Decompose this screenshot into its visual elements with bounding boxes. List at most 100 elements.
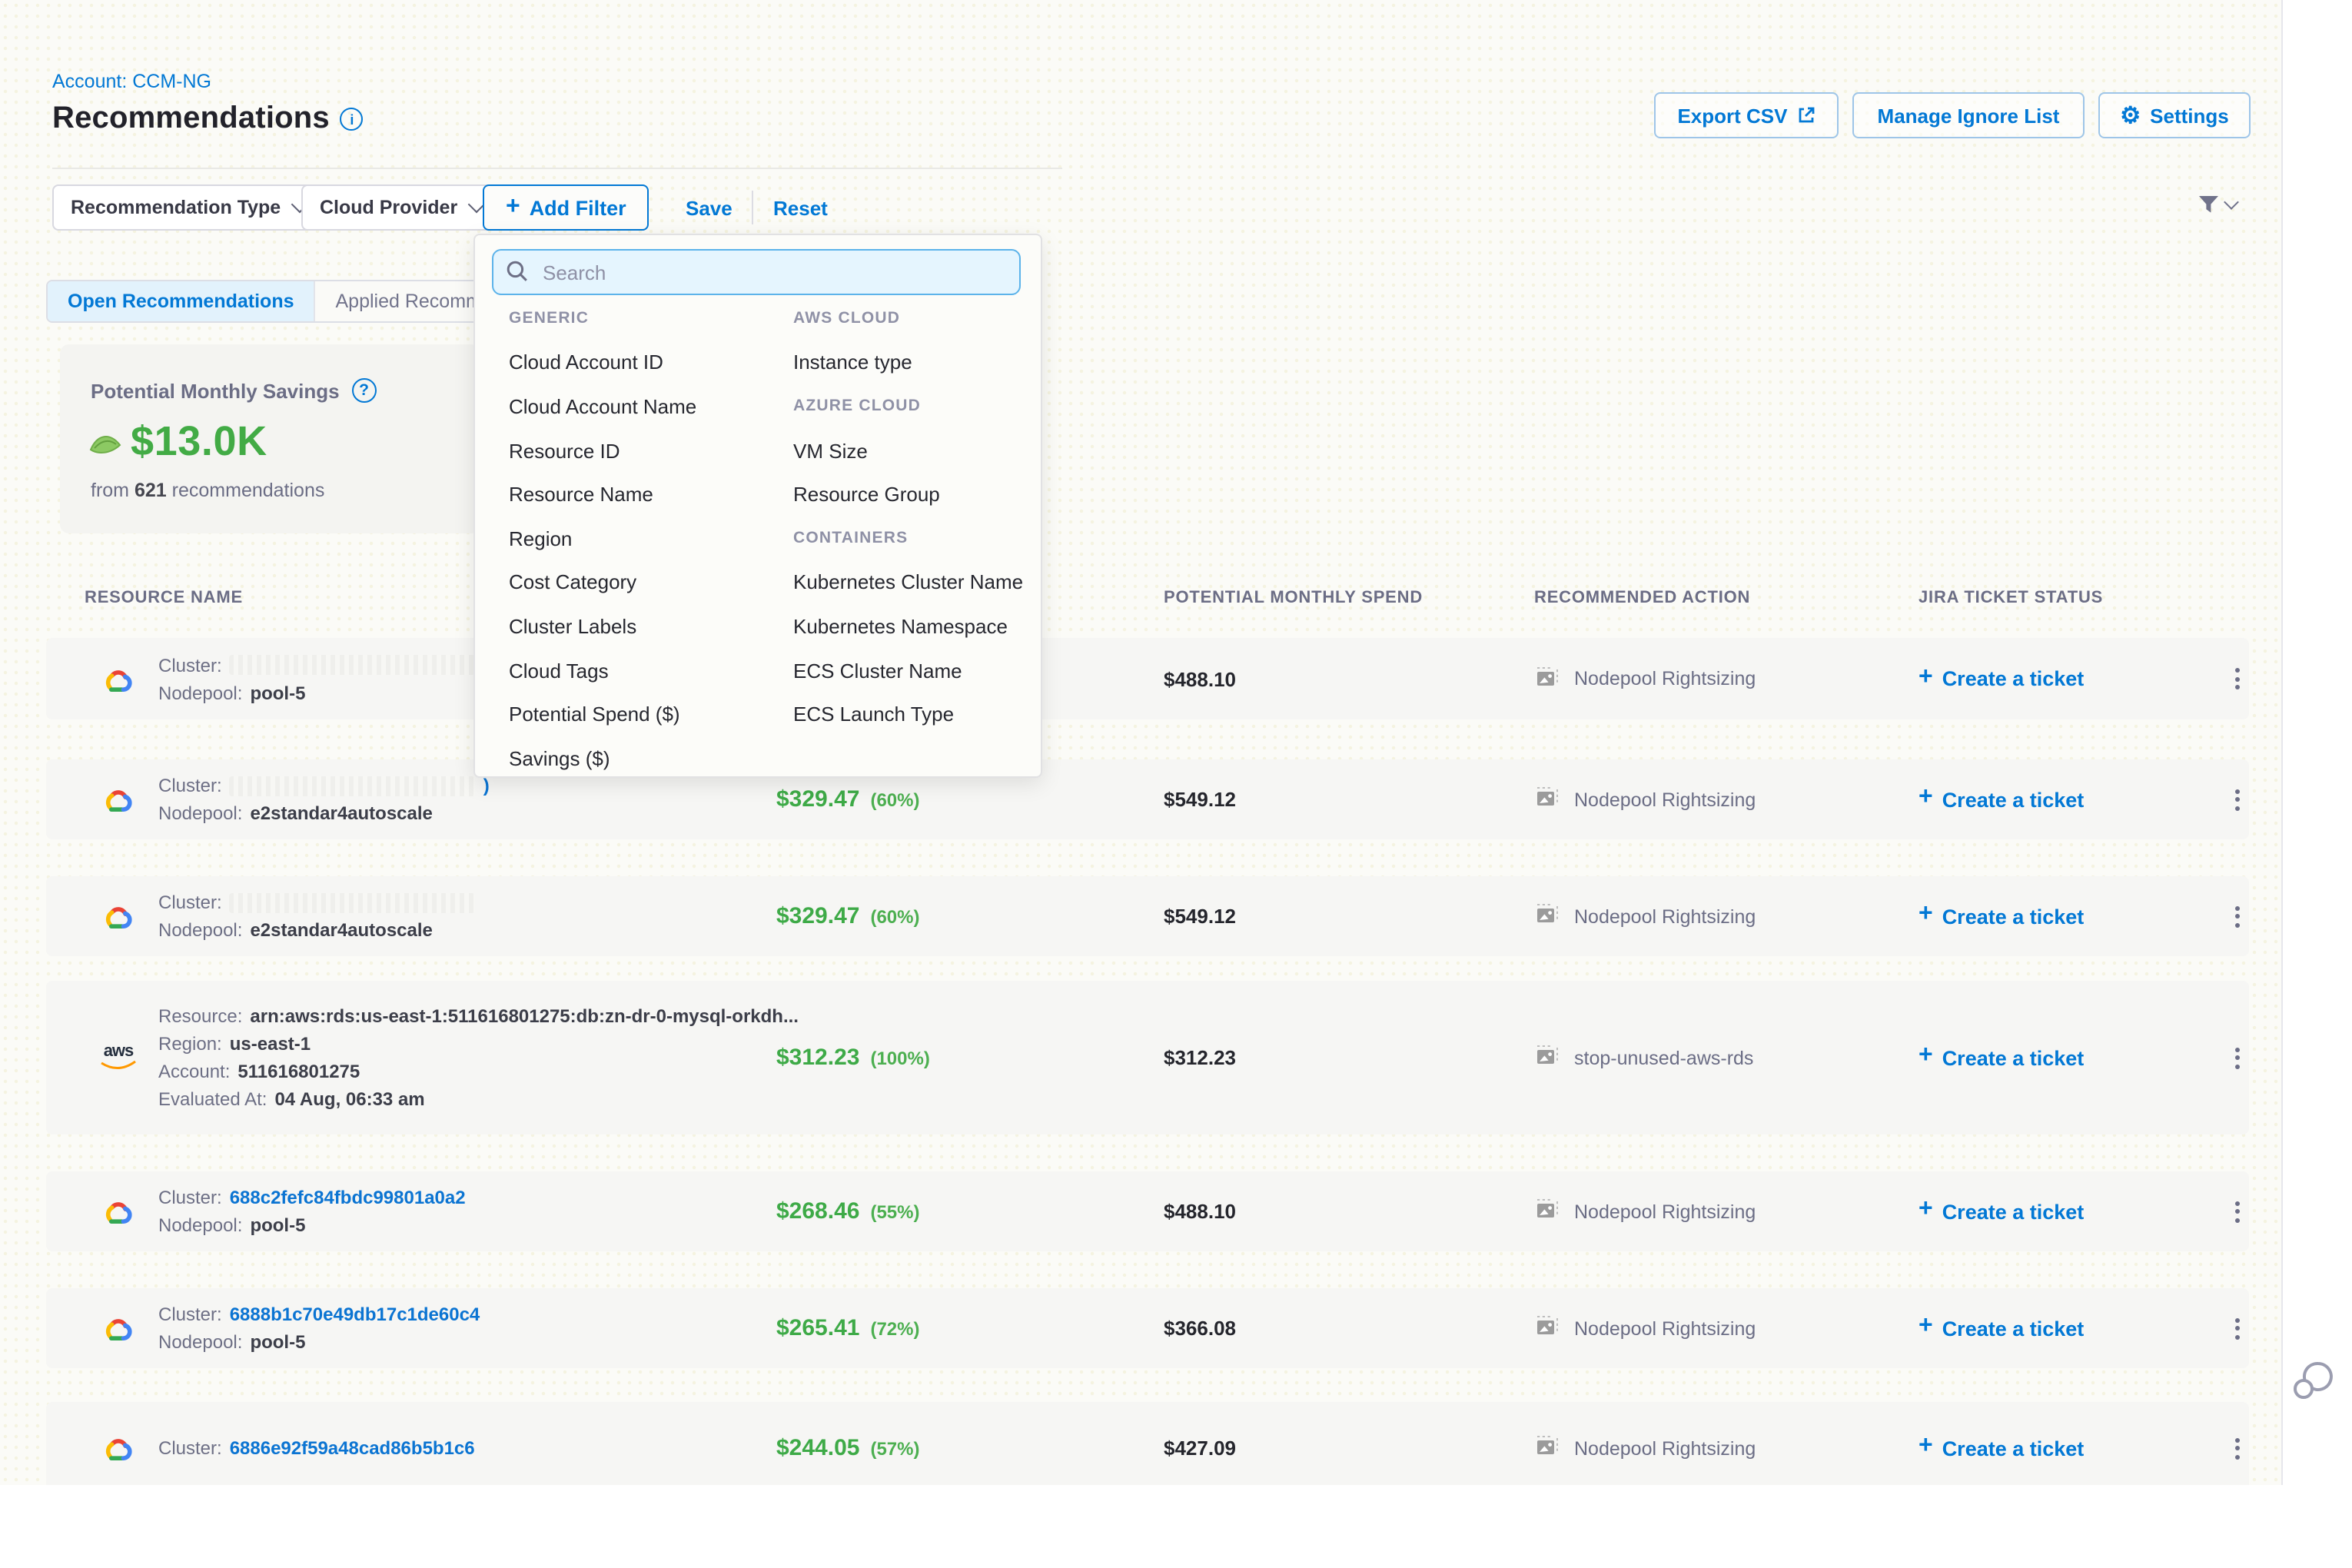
create-ticket-button[interactable]: +Create a ticket (1918, 1436, 2084, 1460)
manage-ignore-list-label: Manage Ignore List (1878, 104, 2060, 127)
table-row[interactable]: Cluster:Nodepool:pool-5$488.10Nodepool R… (46, 638, 2249, 719)
info-icon[interactable]: i (341, 108, 364, 131)
savings-amount: $312.23 (776, 1045, 859, 1071)
screen: Account: CCM-NG Recommendations i Export… (0, 0, 2352, 1568)
plus-icon: + (1918, 1433, 1933, 1460)
savings-card-title: Potential Monthly Savings (91, 379, 340, 402)
dropdown-item[interactable]: Savings ($) (509, 736, 782, 780)
cluster-link[interactable]: 6888b1c70e49db17c1de60c4 (230, 1304, 480, 1325)
dropdown-item[interactable]: Resource ID (509, 429, 782, 473)
potential-monthly-spend-cell: $549.12 (1164, 788, 1236, 811)
cloud-provider-filter-chip[interactable]: Cloud Provider (301, 184, 500, 231)
aws-icon: aws (98, 1044, 138, 1071)
row-options-menu[interactable] (2235, 1197, 2240, 1226)
create-ticket-button[interactable]: +Create a ticket (1918, 1045, 2084, 1070)
create-ticket-label: Create a ticket (1942, 788, 2085, 811)
dropdown-group-label: GENERIC (509, 297, 782, 341)
resource-line: Region:us-east-1 (158, 1033, 799, 1055)
resource-line: Cluster: (158, 892, 476, 913)
table-row[interactable]: Cluster:6886e92f59a48cad86b5b1c6$244.05(… (46, 1402, 2249, 1485)
row-options-menu[interactable] (2235, 785, 2240, 814)
recommendation-type-filter-chip[interactable]: Recommendation Type (52, 184, 324, 231)
plus-icon: + (506, 193, 520, 221)
resource-line-label: Evaluated At: (158, 1088, 267, 1110)
cluster-link[interactable]: 6886e92f59a48cad86b5b1c6 (230, 1437, 475, 1459)
row-options-menu[interactable] (2235, 1043, 2240, 1072)
dropdown-item[interactable]: Cloud Account Name (509, 384, 782, 428)
recommended-action-cell: Nodepool Rightsizing (1534, 1314, 1756, 1343)
resource-details: Cluster: Nodepool:e2standar4autoscale (158, 892, 476, 941)
resource-line-label: Region: (158, 1033, 222, 1055)
create-ticket-button[interactable]: +Create a ticket (1918, 1199, 2084, 1224)
savings-amount: $13.0K (131, 418, 267, 466)
resource-line-label: Cluster: (158, 1437, 222, 1459)
potential-monthly-spend-cell: $549.12 (1164, 905, 1236, 928)
table-header: RESOURCE NAME POTENTIAL MONTHLY SPEND RE… (46, 589, 2249, 616)
potential-monthly-spend-cell: $427.09 (1164, 1437, 1236, 1460)
row-options-menu[interactable] (2235, 664, 2240, 693)
monthly-savings-cell: $268.46 (55%) (776, 1198, 920, 1224)
page-title-row: Recommendations i (52, 101, 364, 137)
plus-icon: + (1918, 784, 1933, 812)
resource-line: Nodepool:e2standar4autoscale (158, 919, 476, 941)
table-row[interactable]: awsResource:arn:aws:rds:us-east-1:511616… (46, 981, 2249, 1134)
recommended-action-cell: Nodepool Rightsizing (1534, 1433, 1756, 1463)
savings-amount: $268.46 (776, 1198, 859, 1224)
manage-ignore-list-button[interactable]: Manage Ignore List (1852, 92, 2085, 138)
search-input[interactable] (492, 249, 1021, 295)
dropdown-item[interactable]: Cloud Tags (509, 649, 782, 693)
dropdown-item[interactable]: Region (509, 517, 782, 560)
potential-monthly-spend-cell: $312.23 (1164, 1046, 1236, 1069)
dropdown-item[interactable]: Cloud Account ID (509, 341, 782, 384)
save-filter-link[interactable]: Save (686, 197, 733, 220)
table-row[interactable]: Cluster:)Nodepool:e2standar4autoscale$32… (46, 759, 2249, 839)
help-chat-button[interactable] (2291, 1359, 2337, 1410)
tab-open-recommendations[interactable]: Open Recommendations (48, 281, 316, 321)
column-recommended-action: RECOMMENDED ACTION (1534, 589, 1750, 607)
resource-line-label: Cluster: (158, 1304, 222, 1325)
dropdown-column-generic: GENERICCloud Account IDCloud Account Nam… (509, 297, 782, 780)
resource-line-label: Nodepool: (158, 919, 242, 941)
dropdown-item[interactable]: Potential Spend ($) (509, 693, 782, 736)
savings-percent: (55%) (870, 1201, 919, 1223)
cluster-link[interactable]: 688c2fefc84fbdc99801a0a2 (230, 1187, 466, 1208)
create-ticket-button[interactable]: + Create a ticket (1918, 787, 2084, 812)
dropdown-item[interactable]: Resource Group (793, 473, 1031, 517)
search-icon (506, 260, 529, 283)
help-icon[interactable]: ? (352, 378, 377, 403)
create-ticket-button[interactable]: +Create a ticket (1918, 666, 2084, 691)
redacted-value (230, 655, 476, 675)
dropdown-item[interactable]: ECS Launch Type (793, 693, 1031, 736)
monthly-savings-cell: $312.23(100%) (776, 1045, 930, 1071)
dropdown-item[interactable]: Instance type (793, 341, 1031, 384)
table-row[interactable]: Cluster:688c2fefc84fbdc99801a0a2Nodepool… (46, 1171, 2249, 1251)
recommended-action-label: Nodepool Rightsizing (1574, 668, 1756, 689)
add-filter-button[interactable]: + Add Filter (483, 184, 649, 231)
account-breadcrumb-link[interactable]: Account: CCM-NG (52, 71, 211, 92)
table-filter-button[interactable] (2198, 195, 2237, 214)
dropdown-item[interactable]: VM Size (793, 429, 1031, 473)
create-ticket-label: Create a ticket (1942, 905, 2085, 928)
create-ticket-label: Create a ticket (1942, 1317, 2085, 1340)
column-jira-ticket-status: JIRA TICKET STATUS (1918, 589, 2103, 607)
table-row[interactable]: Cluster:Nodepool:e2standar4autoscale$329… (46, 876, 2249, 956)
export-csv-button[interactable]: Export CSV (1654, 92, 1839, 138)
row-options-menu[interactable] (2235, 1433, 2240, 1463)
recommendation-type-icon (1534, 1043, 1560, 1072)
gcp-cloud-icon (98, 665, 138, 693)
resource-line: Cluster: 6888b1c70e49db17c1de60c4 (158, 1304, 480, 1325)
dropdown-item[interactable]: Kubernetes Cluster Name (793, 560, 1031, 604)
chevron-down-icon (2224, 194, 2239, 210)
row-options-menu[interactable] (2235, 1314, 2240, 1343)
table-row[interactable]: Cluster: 6888b1c70e49db17c1de60c4 Nodepool… (46, 1288, 2249, 1368)
settings-button[interactable]: ⚙ Settings (2098, 92, 2251, 138)
dropdown-item[interactable]: Cost Category (509, 560, 782, 604)
dropdown-item[interactable]: Cluster Labels (509, 604, 782, 648)
create-ticket-button[interactable]: +Create a ticket (1918, 904, 2084, 929)
dropdown-item[interactable]: Kubernetes Namespace (793, 604, 1031, 648)
dropdown-item[interactable]: Resource Name (509, 473, 782, 517)
reset-filter-link[interactable]: Reset (773, 197, 828, 220)
dropdown-item[interactable]: ECS Cluster Name (793, 649, 1031, 693)
row-options-menu[interactable] (2235, 902, 2240, 931)
create-ticket-button[interactable]: +Create a ticket (1918, 1316, 2084, 1340)
